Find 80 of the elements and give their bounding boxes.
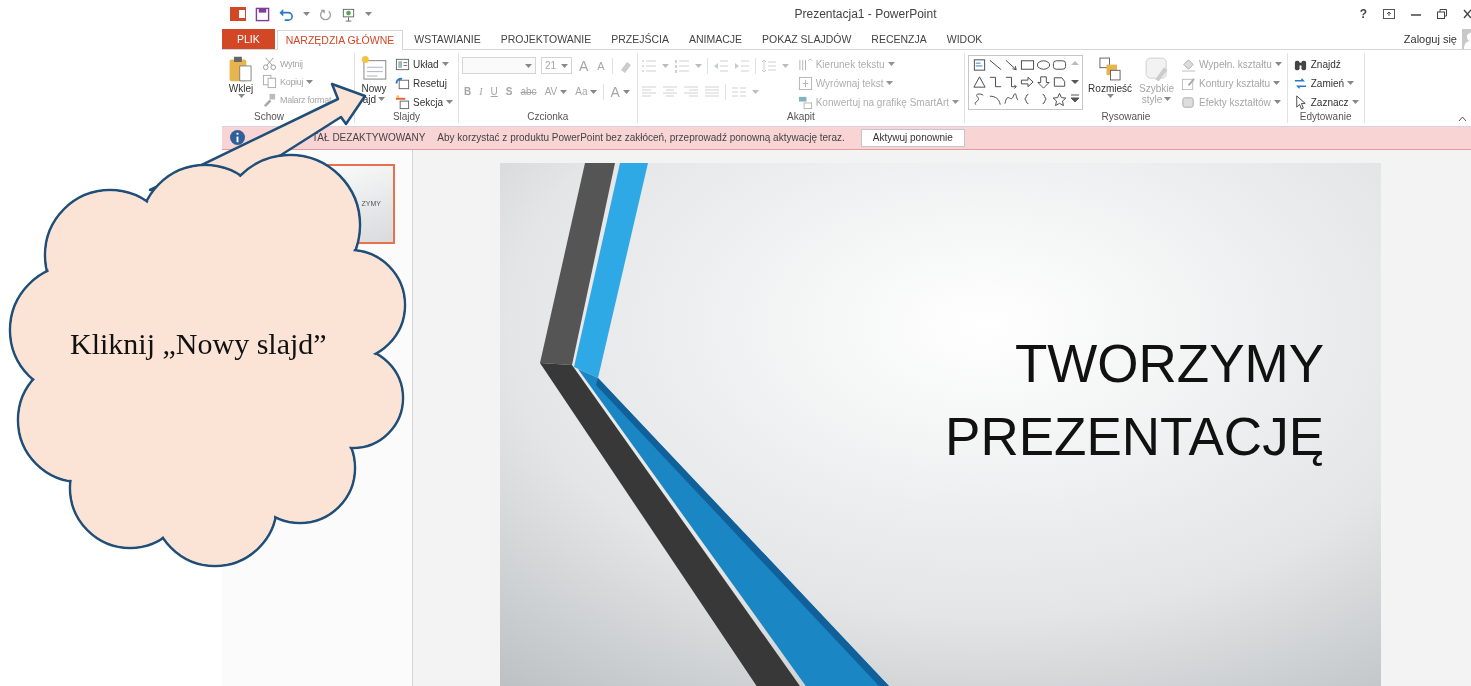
reactivate-button[interactable]: Aktywuj ponownie (860, 128, 965, 147)
copy-icon (262, 74, 277, 90)
ribbon-tab[interactable]: NARZĘDZIA GŁÓWNE (276, 29, 404, 50)
shape-icon[interactable] (988, 58, 1004, 73)
caret-icon[interactable] (1106, 93, 1114, 98)
group-label: Schow (254, 109, 284, 123)
ribbon-tab[interactable]: WSTAWIANIE (405, 28, 490, 49)
caret-icon[interactable] (446, 100, 453, 105)
group-label: Akapit (787, 109, 815, 123)
caret-icon[interactable] (1347, 81, 1355, 86)
callout-text: Kliknij „Nowy slajd” (70, 327, 327, 361)
file-tab[interactable]: PLIK (222, 28, 275, 49)
ribbon-button[interactable]: Wklej (225, 54, 257, 98)
shape-icon[interactable] (972, 58, 988, 73)
ribbon-tab[interactable]: POKAZ SLAJDÓW (753, 28, 861, 49)
collapse-ribbon-icon[interactable] (1458, 115, 1467, 122)
new-slide-icon (360, 54, 388, 83)
info-icon (230, 130, 245, 146)
ribbon-display-icon[interactable] (1383, 9, 1395, 20)
shape-gallery[interactable] (968, 54, 1084, 110)
caret-icon[interactable] (441, 62, 449, 67)
slide-title: TWORZYMY (1014, 332, 1324, 395)
ribbon-tab[interactable]: RECENZJA (862, 28, 936, 49)
fill-bucket-icon (1181, 56, 1196, 72)
caret-icon[interactable] (1351, 100, 1359, 105)
caret-icon[interactable] (237, 93, 245, 98)
ribbon-button[interactable]: Zaznacz (1290, 92, 1361, 112)
text-direction-icon (797, 56, 813, 72)
slideshow-icon[interactable] (341, 6, 356, 22)
shape-icon[interactable] (1020, 58, 1036, 73)
group-label: Rysowanie (1101, 109, 1151, 123)
close-icon[interactable] (1463, 9, 1471, 20)
caret-icon[interactable] (303, 12, 310, 17)
caret-icon[interactable] (378, 97, 386, 102)
shape-icon[interactable] (1004, 92, 1020, 107)
ribbon-tab[interactable]: ANIMACJE (680, 28, 752, 49)
sign-in-link[interactable]: Zaloguj się (1403, 32, 1457, 45)
font-size-value: 21 (545, 60, 557, 72)
ribbon-button[interactable]: Zamień (1290, 73, 1357, 93)
effects-icon (1181, 94, 1196, 110)
slide-title: PREZENTACJĘ (945, 405, 1324, 468)
shape-icon[interactable] (1052, 58, 1068, 73)
group-label: Edytowanie (1299, 109, 1352, 123)
help-button[interactable]: ? (1359, 7, 1367, 22)
restore-icon[interactable] (1437, 9, 1447, 20)
save-icon[interactable] (255, 6, 270, 22)
group-label: Czcionka (527, 109, 569, 123)
ribbon-tab[interactable]: WIDOK (937, 28, 992, 49)
reset-icon (395, 75, 410, 91)
ribbon-button[interactable]: Znajdź (1290, 54, 1343, 74)
shape-icon[interactable] (1052, 92, 1068, 107)
notice-message: Aby korzystać z produktu PowerPoint bez zakłóceń, przeprowadź ponowną aktywację teraz. (437, 132, 845, 144)
ribbon-tab[interactable]: PROJEKTOWANIE (491, 28, 601, 49)
smartart-icon (797, 94, 813, 110)
shape-icon[interactable] (1036, 75, 1052, 90)
ribbon-button[interactable]: Nowy ajd (358, 54, 390, 105)
caret-icon[interactable] (365, 12, 372, 17)
shape-icon[interactable] (1036, 58, 1052, 73)
clipboard-icon (227, 54, 255, 83)
scissors-icon (262, 56, 277, 72)
shape-icon[interactable] (1004, 58, 1020, 73)
ribbon-button[interactable]: Sekcja (393, 92, 455, 112)
shape-icon[interactable] (1020, 75, 1036, 90)
ribbon-button[interactable]: Układ (393, 54, 451, 74)
align-text-icon (797, 75, 813, 91)
group-label: Slajdy (392, 109, 421, 123)
shape-icon[interactable] (988, 75, 1004, 90)
presentation-app-icon[interactable] (230, 6, 246, 23)
section-icon (395, 94, 410, 110)
ribbon-button[interactable]: Resetuj (393, 73, 449, 93)
redo-icon[interactable] (319, 7, 332, 21)
shape-icon[interactable] (972, 75, 988, 90)
shape-icon[interactable] (1052, 75, 1068, 90)
pencil-icon (1181, 75, 1196, 91)
window-title: Prezentacja1 - PowerPoint (793, 7, 938, 22)
ribbon-button[interactable]: Rozmieść (1086, 54, 1134, 98)
layout-icon (395, 56, 410, 72)
ribbon-tab[interactable]: PRZEJŚCIA (602, 28, 678, 49)
brush-icon (262, 92, 277, 108)
shape-icon[interactable] (1004, 75, 1020, 90)
